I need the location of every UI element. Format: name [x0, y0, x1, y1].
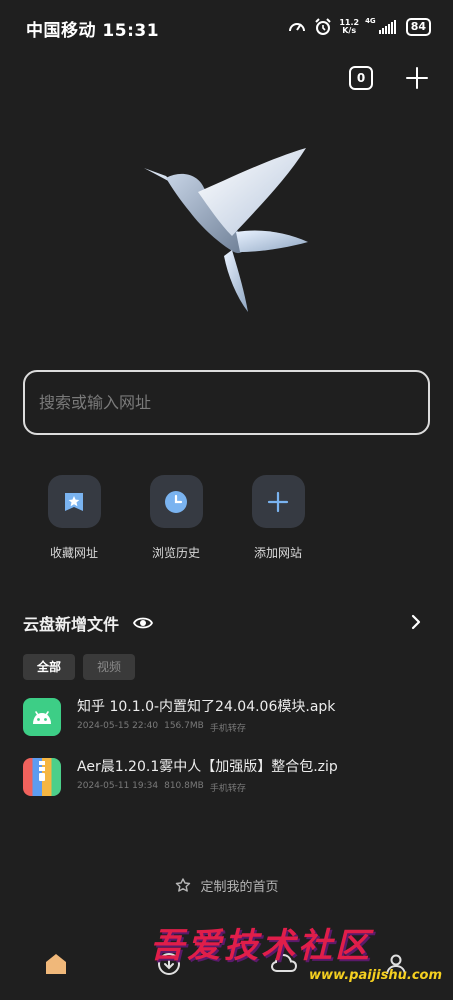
network-speed-unit: K/s — [342, 26, 357, 35]
shortcut-label: 收藏网址 — [49, 546, 98, 560]
nav-cloud[interactable] — [270, 950, 298, 978]
eye-icon[interactable] — [133, 613, 154, 633]
top-actions: 0 — [349, 66, 429, 90]
file-list: 知乎 10.1.0-内置知了24.04.06模块.apk 2024-05-15 … — [23, 696, 433, 816]
bottom-nav — [0, 930, 453, 1000]
bookmarks-tile[interactable] — [47, 475, 101, 528]
cloud-icon — [270, 953, 298, 972]
cloud-files-header: 云盘新增文件 — [23, 608, 423, 638]
file-details: 2024-05-11 19:34 810.8MB 手机转存 — [77, 781, 338, 794]
shortcut-label: 浏览历史 — [151, 546, 200, 560]
file-source: 手机转存 — [209, 784, 246, 794]
file-details: 2024-05-15 22:40 156.7MB 手机转存 — [77, 721, 335, 734]
chevron-right-icon[interactable] — [409, 614, 423, 630]
profile-icon — [386, 954, 406, 975]
shortcut-history[interactable]: 浏览历史 — [125, 475, 227, 561]
download-icon — [158, 953, 180, 975]
alarm-icon — [313, 17, 333, 37]
status-icons: 11.2 K/s 4G 84 — [287, 17, 431, 37]
file-size: 156.7MB — [164, 721, 204, 731]
file-size: 810.8MB — [164, 781, 204, 791]
tab-video[interactable]: 视频 — [83, 654, 136, 680]
search-box[interactable] — [23, 370, 430, 435]
android-apk-icon — [23, 698, 61, 736]
file-row[interactable]: 知乎 10.1.0-内置知了24.04.06模块.apk 2024-05-15 … — [23, 696, 433, 756]
zip-archive-icon — [23, 758, 61, 796]
customize-home-button[interactable]: 定制我的首页 — [0, 876, 453, 895]
tab-all[interactable]: 全部 — [23, 654, 76, 680]
speedometer-icon — [287, 17, 307, 37]
bookmark-star-icon — [65, 492, 83, 511]
carrier-time: 中国移动 15:31 — [26, 21, 160, 41]
bird-logo — [144, 148, 308, 312]
cloud-files-title: 云盘新增文件 — [23, 615, 120, 634]
customize-icon — [176, 877, 191, 892]
shortcut-add-site[interactable]: 添加网站 — [227, 475, 329, 561]
file-name: Aer晨1.20.1雾中人【加强版】整合包.zip — [77, 759, 338, 775]
network-type: 4G — [365, 17, 376, 25]
signal-icon — [378, 20, 396, 34]
tab-count-button[interactable]: 0 — [349, 66, 373, 90]
status-bar: 中国移动 15:31 11.2 K/s 4G 84 — [0, 0, 453, 56]
nav-downloads[interactable] — [155, 950, 183, 978]
nav-home[interactable] — [42, 950, 70, 978]
file-name: 知乎 10.1.0-内置知了24.04.06模块.apk — [77, 699, 336, 715]
home-icon — [46, 954, 66, 974]
file-meta: Aer晨1.20.1雾中人【加强版】整合包.zip 2024-05-11 19:… — [77, 756, 338, 794]
file-date: 2024-05-15 22:40 — [77, 721, 159, 731]
clock-icon — [165, 490, 187, 513]
add-site-tile[interactable] — [251, 475, 305, 528]
file-date: 2024-05-11 19:34 — [77, 781, 159, 791]
battery-indicator: 84 — [405, 18, 431, 36]
file-source: 手机转存 — [209, 724, 246, 734]
new-tab-button[interactable] — [405, 66, 429, 90]
file-row[interactable]: Aer晨1.20.1雾中人【加强版】整合包.zip 2024-05-11 19:… — [23, 756, 433, 816]
file-filter-tabs: 全部 视频 — [23, 654, 136, 680]
file-meta: 知乎 10.1.0-内置知了24.04.06模块.apk 2024-05-15 … — [77, 696, 335, 734]
network-speed: 11.2 K/s — [339, 19, 359, 35]
shortcut-label: 添加网站 — [253, 546, 302, 560]
nav-profile[interactable] — [382, 950, 410, 978]
plus-icon — [267, 491, 289, 512]
customize-label: 定制我的首页 — [200, 880, 279, 895]
history-tile[interactable] — [149, 475, 203, 528]
search-input[interactable] — [39, 393, 428, 412]
shortcut-bookmarks[interactable]: 收藏网址 — [23, 475, 125, 561]
shortcut-grid: 收藏网址 浏览历史 添加网站 — [23, 475, 329, 561]
